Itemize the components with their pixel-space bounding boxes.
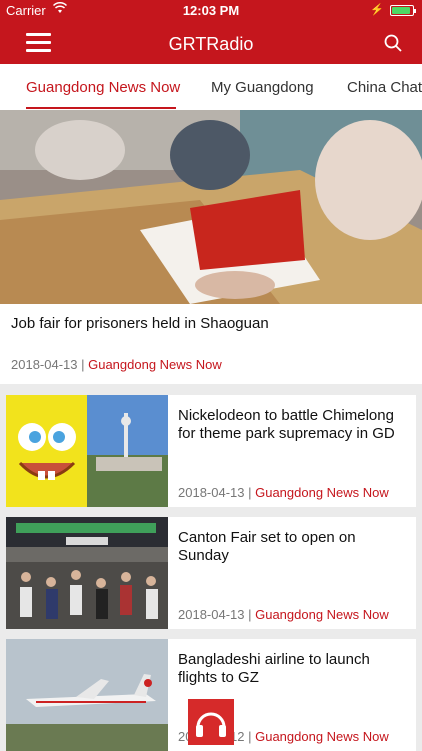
article-date: 2018-04-13	[178, 607, 245, 622]
tab-my-guangdong[interactable]: My Guangdong	[211, 79, 314, 96]
charging-icon: ⚡	[370, 4, 384, 16]
battery-icon	[390, 5, 416, 16]
article-meta: 2018-04-13 | Guangdong News Now	[178, 485, 389, 500]
category-tabs: Guangdong News Now My Guangdong China Ch…	[0, 64, 422, 111]
article-category[interactable]: Guangdong News Now	[255, 485, 389, 500]
article-category[interactable]: Guangdong News Now	[255, 607, 389, 622]
article-category[interactable]: Guangdong News Now	[255, 729, 389, 744]
list-item[interactable]: Canton Fair set to open on Sunday 2018-0…	[6, 517, 416, 629]
hero-category[interactable]: Guangdong News Now	[88, 357, 222, 372]
list-item[interactable]: Nickelodeon to battle Chimelong for them…	[6, 395, 416, 507]
hero-meta: 2018-04-13 | Guangdong News Now	[11, 357, 222, 372]
status-bar: Carrier 12:03 PM ⚡	[0, 0, 422, 22]
hero-image[interactable]	[0, 110, 422, 304]
article-thumbnail	[6, 517, 168, 629]
article-title[interactable]: Nickelodeon to battle Chimelong for them…	[178, 407, 410, 443]
headphone-icon[interactable]	[188, 699, 234, 745]
article-meta: 2018-04-13 | Guangdong News Now	[178, 607, 389, 622]
article-title[interactable]: Bangladeshi airline to launch flights to…	[178, 651, 410, 687]
page-title: GRTRadio	[168, 34, 254, 54]
search-icon[interactable]	[384, 34, 402, 52]
hero-title[interactable]: Job fair for prisoners held in Shaoguan	[11, 315, 269, 332]
article-thumbnail	[6, 395, 168, 507]
clock: 12:03 PM	[182, 3, 240, 18]
app-bar: Carrier 12:03 PM ⚡ GRTRadio	[0, 0, 422, 64]
tab-guangdong-news-now[interactable]: Guangdong News Now	[26, 79, 180, 96]
hero-date: 2018-04-13	[11, 357, 78, 372]
tab-china-chats[interactable]: China Chats	[347, 79, 422, 96]
active-tab-indicator	[26, 107, 176, 109]
article-date: 2018-04-13	[178, 485, 245, 500]
article-thumbnail	[6, 639, 168, 751]
article-title[interactable]: Canton Fair set to open on Sunday	[178, 529, 410, 565]
